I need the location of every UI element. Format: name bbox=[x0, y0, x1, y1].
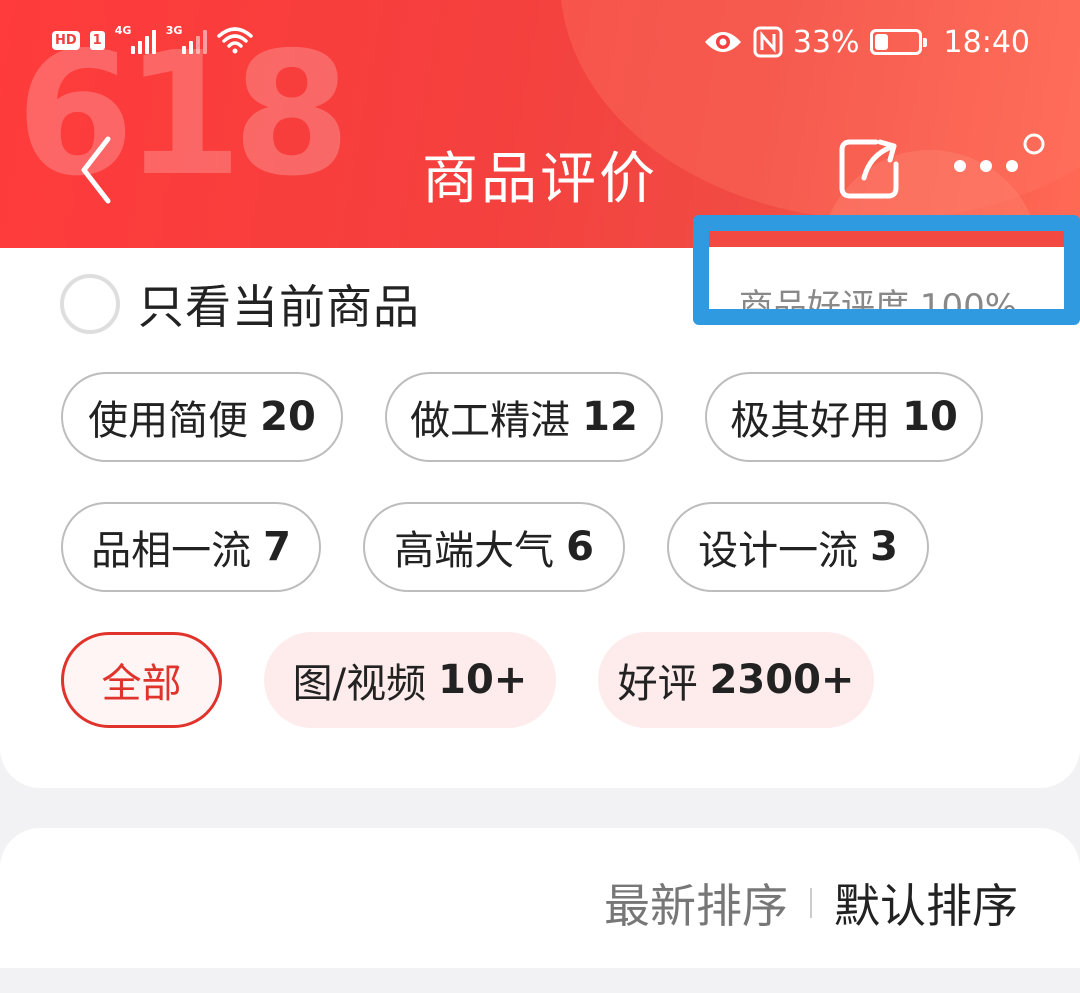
battery-icon bbox=[869, 29, 927, 55]
filter-positive[interactable]: 好评 2300+ bbox=[598, 632, 874, 728]
page-background bbox=[0, 968, 1080, 993]
positive-rating: 商品好评度 100% bbox=[739, 287, 1018, 325]
filter-label: 图/视频 bbox=[292, 661, 427, 707]
tag-count: 10 bbox=[902, 394, 958, 440]
radio-button[interactable] bbox=[60, 274, 120, 334]
filter-label: 全部 bbox=[101, 661, 182, 707]
rating-highlight: 商品好评度 100% bbox=[693, 215, 1080, 325]
tag-count: 7 bbox=[263, 524, 291, 570]
tag-label: 设计一流 bbox=[698, 528, 859, 574]
tag-count: 12 bbox=[582, 394, 638, 440]
tag-chip[interactable]: 做工精湛 12 bbox=[385, 372, 663, 462]
tag-chip[interactable]: 使用简便 20 bbox=[61, 372, 343, 462]
share-button[interactable] bbox=[836, 134, 904, 202]
net-label: 3G bbox=[165, 24, 183, 37]
tag-count: 20 bbox=[260, 394, 316, 440]
battery-percent: 33% bbox=[792, 24, 860, 60]
sort-newest-button[interactable]: 最新排序 bbox=[604, 870, 788, 936]
header-edge bbox=[709, 231, 1064, 247]
more-dots-icon bbox=[954, 133, 1045, 172]
filter-all[interactable]: 全部 bbox=[61, 632, 222, 728]
tag-chip[interactable]: 极其好用 10 bbox=[705, 372, 983, 462]
net-label: 4G bbox=[114, 24, 132, 37]
share-icon bbox=[839, 139, 899, 199]
hd-icon: HD bbox=[52, 30, 80, 50]
nfc-icon bbox=[753, 26, 783, 58]
filter-label: 好评 bbox=[617, 661, 698, 707]
status-bar-right: 33% 18:40 bbox=[703, 20, 1030, 64]
battery-level bbox=[874, 34, 889, 50]
filter-count: 2300+ bbox=[709, 657, 855, 703]
signal-3g-icon: 3G bbox=[165, 24, 207, 54]
sort-options: 最新排序 默认排序 bbox=[604, 868, 1018, 938]
eye-icon bbox=[704, 32, 741, 52]
filter-media[interactable]: 图/视频 10+ bbox=[264, 632, 556, 728]
tag-label: 高端大气 bbox=[394, 528, 555, 574]
only-current-label: 只看当前商品 bbox=[138, 280, 420, 334]
sort-divider bbox=[810, 888, 812, 918]
wifi-icon bbox=[216, 27, 253, 54]
tag-chip[interactable]: 高端大气 6 bbox=[363, 502, 625, 592]
clock: 18:40 bbox=[943, 24, 1030, 60]
tag-label: 品相一流 bbox=[91, 528, 252, 574]
status-bar-left: HD 1 4G 3G bbox=[52, 20, 253, 60]
tag-label: 使用简便 bbox=[88, 398, 249, 444]
tag-count: 6 bbox=[566, 524, 594, 570]
tag-label: 做工精湛 bbox=[410, 398, 571, 444]
tag-label: 极其好用 bbox=[730, 398, 891, 444]
sort-default-button[interactable]: 默认排序 bbox=[834, 870, 1018, 936]
tag-count: 3 bbox=[870, 524, 898, 570]
only-current-toggle[interactable]: 只看当前商品 bbox=[60, 274, 420, 334]
filter-count: 10+ bbox=[438, 657, 528, 703]
signal-4g-icon: 4G bbox=[114, 24, 156, 54]
page-title: 商品评价 bbox=[422, 147, 658, 212]
more-button[interactable] bbox=[950, 130, 1050, 200]
tag-chip[interactable]: 品相一流 7 bbox=[61, 502, 321, 592]
sim-icon: 1 bbox=[89, 30, 105, 50]
tag-chip[interactable]: 设计一流 3 bbox=[667, 502, 929, 592]
